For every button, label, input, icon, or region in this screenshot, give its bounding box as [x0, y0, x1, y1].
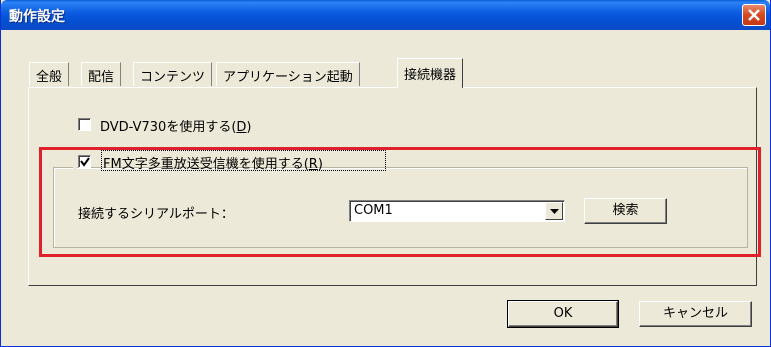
- tab-general[interactable]: 全般: [29, 62, 70, 86]
- dvd-mnemonic: D: [236, 120, 247, 135]
- tab-app-launch[interactable]: アプリケーション起動: [216, 62, 360, 86]
- fm-group-legend: [73, 152, 77, 172]
- window-title: 動作設定: [9, 9, 65, 25]
- tab-contents[interactable]: コンテンツ: [133, 62, 213, 86]
- fm-checkbox[interactable]: [78, 155, 91, 168]
- close-icon: [748, 9, 760, 21]
- chevron-down-icon: [550, 209, 559, 214]
- dvd-checkbox-label[interactable]: DVD-V730を使用する(D): [100, 116, 252, 135]
- serial-port-dropdown-button[interactable]: [545, 202, 563, 220]
- tab-distribution[interactable]: 配信: [81, 62, 122, 86]
- fm-label-suffix: ): [317, 157, 323, 172]
- cancel-button[interactable]: キャンセル: [639, 301, 752, 327]
- serial-port-label: 接続するシリアルポート：: [78, 207, 234, 222]
- ok-button[interactable]: OK: [507, 300, 619, 328]
- dvd-label-text: DVD-V730を使用する(: [100, 120, 237, 135]
- fm-checkbox-label[interactable]: FM文字多重放送受信機を使用する(R): [103, 153, 323, 172]
- fm-mnemonic: R: [308, 157, 318, 172]
- settings-dialog: 動作設定 全般 配信 コンテンツ アプリケーション起動 接続機器 DVD-V73…: [0, 0, 771, 347]
- serial-port-select[interactable]: COM1: [349, 200, 565, 222]
- tab-connected-devices[interactable]: 接続機器: [397, 58, 464, 88]
- search-button[interactable]: 検索: [584, 198, 667, 224]
- dvd-label-suffix: ): [246, 120, 252, 135]
- checkmark-icon: [80, 157, 90, 167]
- serial-port-value: COM1: [354, 203, 393, 218]
- fm-label-text: FM文字多重放送受信機を使用する(: [103, 157, 309, 172]
- title-bar[interactable]: 動作設定: [1, 0, 770, 30]
- dvd-checkbox[interactable]: [78, 118, 91, 131]
- close-button[interactable]: [742, 4, 766, 26]
